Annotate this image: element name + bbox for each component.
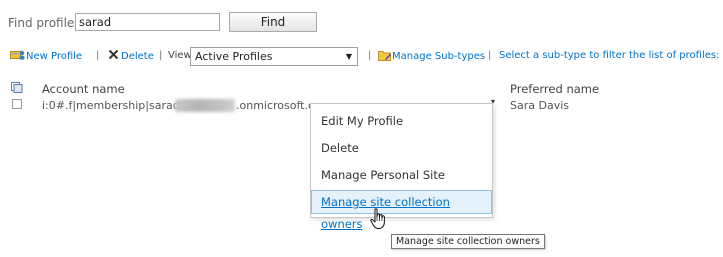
toolbar-separator: | [96,50,100,61]
menu-item-manage-personal-site[interactable]: Manage Personal Site [311,163,492,187]
find-button[interactable]: Find [229,12,317,32]
column-header-preferred-name[interactable]: Preferred name [510,82,599,96]
row-checkbox[interactable] [12,99,22,109]
toolbar-separator: | [159,50,163,61]
toolbar-separator: | [368,50,372,61]
column-header-account-name[interactable]: Account name [42,82,125,96]
x-icon [108,49,119,60]
menu-item-edit-my-profile[interactable]: Edit My Profile [311,109,492,133]
delete-link[interactable]: Delete [108,49,154,64]
redacted-text [175,99,235,112]
view-selected-value: Active Profiles [195,50,273,63]
profile-context-menu: Edit My Profile Delete Manage Personal S… [310,103,493,231]
toolbar-separator: | [488,50,492,61]
account-name-prefix[interactable]: i:0#.f|membership|sarad@ [42,99,191,112]
menu-item-manage-site-collection-owners[interactable]: Manage site collection owners [311,190,492,231]
documents-icon[interactable] [11,82,23,93]
new-profile-label: New Profile [26,51,83,62]
new-profile-link[interactable]: New Profile [10,49,82,64]
find-profiles-input[interactable] [75,13,220,31]
folder-edit-icon [378,51,392,61]
manage-subtypes-label: Manage Sub-types [392,51,486,62]
hand-pointer-icon [370,208,385,229]
tooltip: Manage site collection owners [391,234,545,249]
subtype-filter-link[interactable]: Select a sub-type to filter the list of … [499,49,719,63]
user-profiles-page: Find profiles Find New Profile | Delete … [0,0,723,257]
view-select[interactable]: Active Profiles ▼ [190,47,358,66]
menu-item-delete[interactable]: Delete [311,136,492,160]
dropdown-arrow-icon: ▼ [345,52,352,61]
manage-subtypes-link[interactable]: Manage Sub-types [378,49,485,64]
find-profiles-label: Find profiles [8,16,81,30]
preferred-name: Sara Davis [510,99,569,112]
delete-label: Delete [121,51,154,62]
user-add-icon [10,50,25,60]
